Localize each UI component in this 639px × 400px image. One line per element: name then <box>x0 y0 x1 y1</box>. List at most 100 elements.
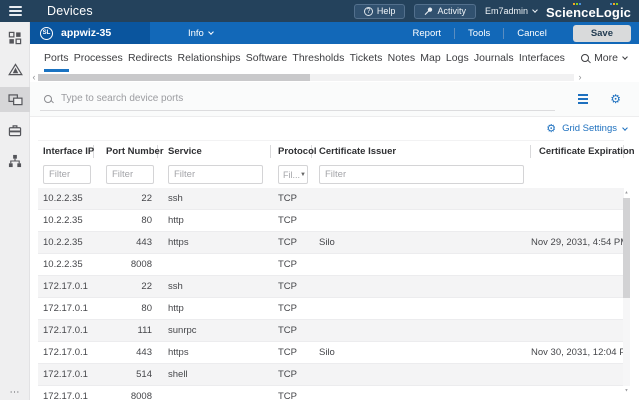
main-content: SL appwiz-35 Info Report Tools Cancel Sa… <box>30 22 639 400</box>
tab-software[interactable]: Software <box>246 44 287 72</box>
table-row[interactable]: 10.2.2.3580httpTCP <box>38 210 624 232</box>
cell-protocol: TCP <box>271 369 312 380</box>
column-header-cert-issuer[interactable]: Certificate Issuer <box>312 145 531 158</box>
gear-icon[interactable]: ⚙ <box>610 93 621 105</box>
list-view-icon[interactable] <box>578 94 588 104</box>
table-row[interactable]: 10.2.2.358008TCP <box>38 254 624 276</box>
cell-ip: 172.17.0.1 <box>38 325 94 336</box>
horizontal-scroll-thumb[interactable] <box>38 74 310 81</box>
tab-notes[interactable]: Notes <box>388 44 415 72</box>
cell-service: http <box>158 215 271 226</box>
tab-map[interactable]: Map <box>420 44 440 72</box>
help-label: Help <box>377 6 396 16</box>
vertical-scroll-thumb[interactable] <box>623 198 630 298</box>
info-dropdown[interactable]: Info <box>188 28 213 39</box>
activity-label: Activity <box>437 6 466 16</box>
protocol-filter-text: Fil... <box>283 170 300 180</box>
column-header-interface-ip[interactable]: Interface IP <box>38 145 94 158</box>
gear-icon: ⚙ <box>546 123 556 135</box>
sidebar-item-maps[interactable] <box>0 148 30 174</box>
help-button[interactable]: ? Help <box>354 4 406 19</box>
filter-service[interactable] <box>168 165 263 184</box>
scroll-left-arrow[interactable]: ‹ <box>30 73 38 81</box>
save-button[interactable]: Save <box>573 25 631 42</box>
column-header-cert-expiration[interactable]: Certificate Expiration <box>531 145 624 158</box>
tools-button[interactable]: Tools <box>455 28 503 39</box>
tab-interfaces[interactable]: Interfaces <box>519 44 565 72</box>
cancel-button[interactable]: Cancel <box>504 28 560 39</box>
device-name: appwiz-35 <box>61 27 111 39</box>
cell-ip: 10.2.2.35 <box>38 259 94 270</box>
filter-protocol-select[interactable]: Fil... ▼ <box>278 165 308 184</box>
sidebar-item-business-services[interactable] <box>0 117 30 143</box>
device-tabs: PortsProcessesRedirectsRelationshipsSoft… <box>30 44 639 72</box>
chevron-down-icon <box>208 29 214 35</box>
cell-issuer: Silo <box>312 237 531 248</box>
more-tabs-dropdown[interactable]: More <box>581 44 639 72</box>
filter-cert-issuer[interactable] <box>319 165 524 184</box>
tab-tickets[interactable]: Tickets <box>350 44 383 72</box>
scroll-right-arrow[interactable]: › <box>576 73 584 81</box>
sidebar-more-button[interactable]: ⋯ <box>0 387 30 398</box>
tab-journals[interactable]: Journals <box>474 44 514 72</box>
table-row[interactable]: 172.17.0.1443httpsTCPSiloNov 30, 2031, 1… <box>38 342 624 364</box>
report-button[interactable]: Report <box>400 28 455 39</box>
cell-issuer: Silo <box>312 347 531 358</box>
horizontal-scroll-track[interactable] <box>38 74 574 81</box>
table-row[interactable]: 172.17.0.1111sunrpcTCP <box>38 320 624 342</box>
scroll-up-arrow[interactable]: ▲ <box>623 190 629 196</box>
cell-service: shell <box>158 369 271 380</box>
sidebar-item-dashboards[interactable] <box>0 25 30 51</box>
tab-processes[interactable]: Processes <box>74 44 123 72</box>
cell-port: 80 <box>94 303 158 314</box>
cell-ip: 10.2.2.35 <box>38 193 94 204</box>
table-row[interactable]: 10.2.2.3522sshTCP <box>38 188 624 210</box>
left-sidebar: ⋯ <box>0 22 30 400</box>
cell-port: 8008 <box>94 391 158 400</box>
column-header-service[interactable]: Service <box>158 145 271 158</box>
cell-port: 111 <box>94 325 158 336</box>
search-field[interactable] <box>40 87 555 111</box>
grid-settings-label: Grid Settings <box>562 123 617 134</box>
tab-logs[interactable]: Logs <box>446 44 469 72</box>
sidebar-item-events[interactable] <box>0 56 30 82</box>
device-identity: SL appwiz-35 <box>30 22 150 44</box>
scroll-down-arrow[interactable]: ▼ <box>623 388 629 394</box>
warning-triangle-icon <box>8 63 23 76</box>
app-grid-icon <box>8 31 22 45</box>
cell-protocol: TCP <box>271 325 312 336</box>
logo-dots <box>573 3 581 5</box>
vertical-scroll-track[interactable] <box>623 198 630 386</box>
user-menu[interactable]: Em7admin <box>485 6 537 16</box>
column-header-protocol[interactable]: Protocol <box>271 145 312 158</box>
filter-interface-ip[interactable] <box>43 165 91 184</box>
app-window: Devices ? Help Activity Em7admin <box>0 0 639 400</box>
filter-port-number[interactable] <box>106 165 154 184</box>
hamburger-icon <box>9 4 22 18</box>
main-menu-button[interactable] <box>0 0 30 22</box>
search-input[interactable] <box>61 93 501 104</box>
tab-ports[interactable]: Ports <box>44 44 69 72</box>
horizontal-scrollbar: ‹ › <box>30 72 639 82</box>
tab-relationships[interactable]: Relationships <box>178 44 241 72</box>
tab-thresholds[interactable]: Thresholds <box>292 44 344 72</box>
table-row[interactable]: 172.17.0.1514shellTCP <box>38 364 624 386</box>
activity-button[interactable]: Activity <box>414 4 476 19</box>
username-label: Em7admin <box>485 6 528 16</box>
table-row[interactable]: 172.17.0.18008TCP <box>38 386 624 400</box>
column-header-port-number[interactable]: Port Number <box>94 145 158 158</box>
cell-expiration: Nov 29, 2031, 4:54 PM <box>531 237 624 248</box>
table-row[interactable]: 172.17.0.122sshTCP <box>38 276 624 298</box>
devices-monitor-icon <box>8 94 23 106</box>
search-toolbar: ⚙ <box>30 82 639 117</box>
logo-text: ScienceLogic <box>546 5 631 20</box>
tab-redirects[interactable]: Redirects <box>128 44 172 72</box>
grid-settings-dropdown[interactable]: ⚙ Grid Settings <box>546 123 627 135</box>
cell-ip: 172.17.0.1 <box>38 391 94 400</box>
cell-protocol: TCP <box>271 281 312 292</box>
table-row[interactable]: 10.2.2.35443httpsTCPSiloNov 29, 2031, 4:… <box>38 232 624 254</box>
sidebar-item-devices[interactable] <box>0 87 30 112</box>
vertical-scrollbar: ▲ ▼ <box>622 189 631 395</box>
table-body: 10.2.2.3522sshTCP10.2.2.3580httpTCP10.2.… <box>30 188 639 400</box>
table-row[interactable]: 172.17.0.180httpTCP <box>38 298 624 320</box>
